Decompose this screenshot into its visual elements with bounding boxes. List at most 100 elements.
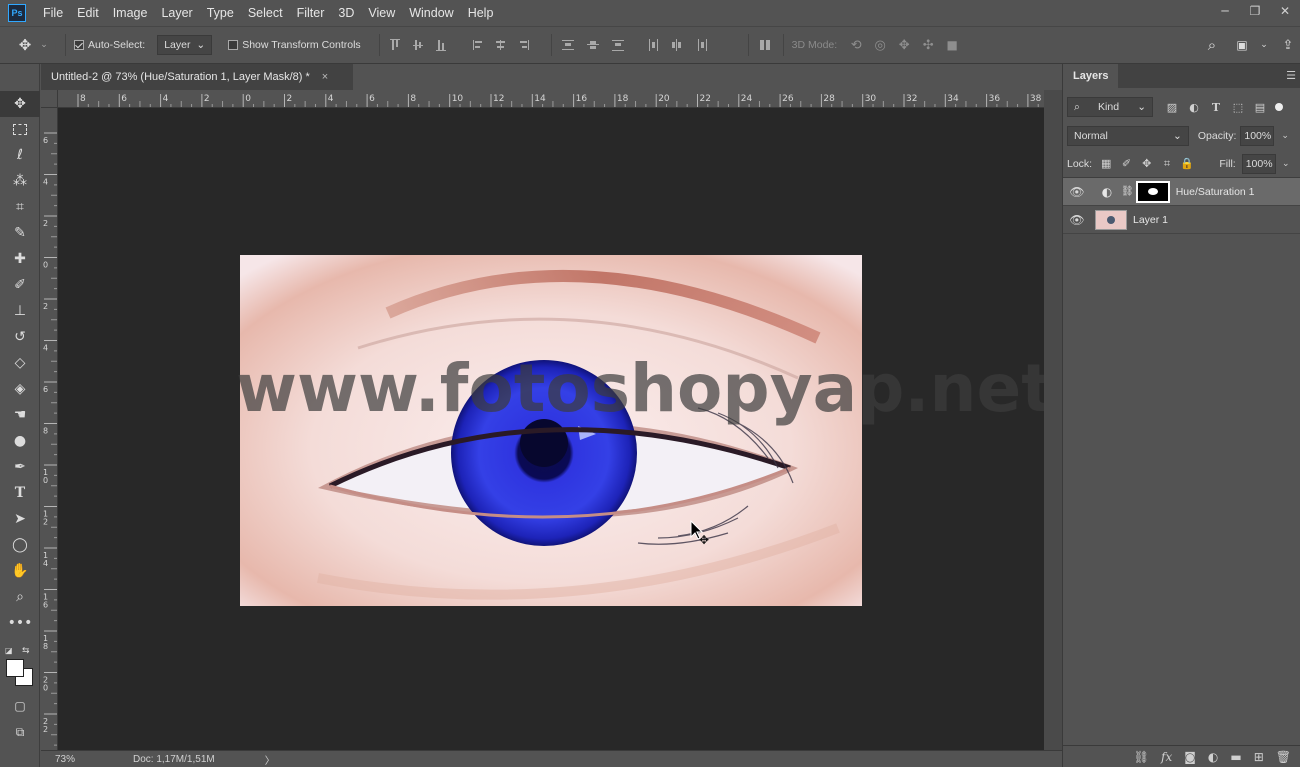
auto-select-dropdown[interactable]: Layer ⌄	[157, 35, 213, 55]
screen-mode-icon[interactable]: ⧉	[0, 719, 40, 745]
blend-mode-dropdown[interactable]: Normal ⌄	[1067, 126, 1189, 146]
move-tool-icon[interactable]: ✥	[0, 91, 40, 117]
healing-brush-tool-icon[interactable]: ✚	[0, 246, 40, 272]
layer-style-fx-icon[interactable]: fx	[1161, 750, 1172, 764]
hand-tool-icon[interactable]: ✋	[0, 558, 40, 584]
restore-button[interactable]: ❐	[1240, 0, 1270, 22]
color-swatches[interactable]: ◪ ⇆	[5, 646, 35, 686]
panel-menu-icon[interactable]: ☰	[1286, 69, 1296, 82]
type-tool-icon[interactable]: T	[0, 480, 40, 506]
new-group-folder-icon[interactable]: ▬	[1230, 750, 1241, 764]
filter-kind-dropdown[interactable]: ⌕ Kind ⌄	[1067, 97, 1153, 117]
lock-position-icon[interactable]: ✥	[1139, 155, 1155, 173]
menu-type[interactable]: Type	[200, 0, 241, 26]
default-colors-icon[interactable]: ◪	[5, 646, 13, 655]
document-canvas[interactable]: www.fotoshopyap.net ✥	[58, 108, 1044, 750]
3d-scale-icon[interactable]: ■	[945, 38, 959, 52]
visibility-eye-icon[interactable]: 👁	[1063, 185, 1091, 199]
layer-row-hue-saturation[interactable]: 👁 ◐ ⛓ Hue/Saturation 1	[1063, 178, 1300, 206]
filter-smart-object-icon[interactable]: ▤	[1251, 98, 1269, 116]
filter-toggle-icon[interactable]	[1275, 103, 1283, 111]
3d-roll-icon[interactable]: ◎	[873, 38, 887, 53]
more-tools-icon[interactable]: •••	[0, 610, 40, 636]
visibility-eye-icon[interactable]: 👁	[1063, 213, 1091, 227]
paint-bucket-tool-icon[interactable]: ◈	[0, 376, 40, 402]
workspace-chevron-down-icon[interactable]: ⌄	[1257, 38, 1271, 52]
status-menu-arrow-icon[interactable]: 〉	[265, 752, 275, 767]
close-tab-icon[interactable]: ×	[322, 71, 328, 83]
fill-chevron-down-icon[interactable]: ⌄	[1278, 155, 1294, 173]
layer-name[interactable]: Hue/Saturation 1	[1176, 186, 1255, 198]
move-tool-icon[interactable]: ✥	[18, 36, 32, 54]
marquee-tool-icon[interactable]	[0, 116, 40, 142]
filter-type-icon[interactable]: T	[1207, 98, 1225, 116]
search-icon[interactable]: ⌕	[1205, 36, 1219, 54]
crop-tool-icon[interactable]: ⌗	[0, 194, 40, 220]
layer-mask-thumbnail[interactable]	[1135, 180, 1170, 203]
ellipse-tool-icon[interactable]: ◯	[0, 532, 40, 558]
show-transform-checkbox[interactable]	[228, 40, 239, 50]
lock-pixels-icon[interactable]: ✐	[1118, 155, 1134, 173]
tool-preset-chevron-down-icon[interactable]: ⌄	[37, 38, 51, 52]
smudge-tool-icon[interactable]: ☚	[0, 402, 40, 428]
close-window-button[interactable]: ✕	[1270, 0, 1300, 22]
menu-select[interactable]: Select	[241, 0, 290, 26]
vertical-scrollbar[interactable]	[1044, 90, 1062, 750]
canvas-area[interactable]: www.fotoshopyap.net ✥	[58, 108, 1044, 750]
minimize-button[interactable]: ─	[1210, 0, 1240, 22]
new-layer-icon[interactable]: ⊞	[1254, 750, 1264, 764]
delete-layer-trash-icon[interactable]: 🗑	[1276, 750, 1291, 764]
path-selection-tool-icon[interactable]: ➤	[0, 506, 40, 532]
swap-colors-icon[interactable]: ⇆	[22, 646, 30, 656]
3d-pan-icon[interactable]: ✥	[897, 38, 911, 53]
layers-tab[interactable]: Layers	[1063, 64, 1119, 88]
menu-image[interactable]: Image	[106, 0, 155, 26]
menu-view[interactable]: View	[361, 0, 402, 26]
menu-edit[interactable]: Edit	[70, 0, 106, 26]
lock-all-icon[interactable]: 🔒	[1179, 155, 1195, 173]
filter-adjustment-icon[interactable]: ◐	[1185, 98, 1203, 116]
layer-row-layer-1[interactable]: 👁 Layer 1	[1063, 206, 1300, 234]
pen-tool-icon[interactable]: ✒	[0, 454, 40, 480]
distribute-icons-group[interactable]	[560, 37, 740, 53]
menu-3d[interactable]: 3D	[331, 0, 361, 26]
align-icons-group[interactable]	[388, 37, 543, 53]
menu-file[interactable]: File	[36, 0, 70, 26]
layer-name[interactable]: Layer 1	[1133, 214, 1168, 226]
menu-layer[interactable]: Layer	[154, 0, 199, 26]
foreground-color-swatch[interactable]	[6, 659, 24, 677]
lasso-tool-icon[interactable]: ℓ	[0, 142, 40, 168]
link-layers-icon[interactable]: ⛓	[1134, 750, 1149, 764]
document-tab[interactable]: Untitled-2 @ 73% (Hue/Saturation 1, Laye…	[41, 64, 353, 90]
clone-stamp-tool-icon[interactable]: ⊥	[0, 298, 40, 324]
dodge-tool-icon[interactable]: ●	[0, 428, 40, 454]
opacity-input[interactable]: 100%	[1240, 126, 1275, 146]
menu-window[interactable]: Window	[402, 0, 460, 26]
filter-pixel-icon[interactable]: ▨	[1163, 98, 1181, 116]
lock-artboard-icon[interactable]: ⌗	[1159, 155, 1175, 173]
brush-tool-icon[interactable]: ✐	[0, 272, 40, 298]
workspace-icon[interactable]: ▣	[1235, 38, 1249, 52]
lock-transparent-icon[interactable]: ▦	[1098, 155, 1114, 173]
3d-orbit-icon[interactable]: ⟲	[849, 38, 863, 53]
mask-link-icon[interactable]: ⛓	[1121, 186, 1134, 197]
menu-help[interactable]: Help	[461, 0, 501, 26]
fill-input[interactable]: 100%	[1241, 153, 1276, 174]
layer-thumbnail[interactable]	[1095, 209, 1127, 230]
new-adjustment-layer-icon[interactable]: ◐	[1208, 750, 1218, 764]
filter-shape-icon[interactable]: ⬚	[1229, 98, 1247, 116]
menu-filter[interactable]: Filter	[290, 0, 332, 26]
zoom-level[interactable]: 73%	[55, 754, 133, 765]
share-icon[interactable]: ⇪	[1281, 38, 1295, 53]
opacity-chevron-down-icon[interactable]: ⌄	[1276, 127, 1294, 145]
3d-slide-icon[interactable]: ✣	[921, 38, 935, 53]
zoom-tool-icon[interactable]: ⌕	[0, 584, 40, 610]
auto-align-icon[interactable]	[757, 37, 775, 53]
eraser-tool-icon[interactable]: ◇	[0, 350, 40, 376]
add-mask-icon[interactable]: ◙	[1184, 750, 1196, 764]
eyedropper-tool-icon[interactable]: ✎	[0, 220, 40, 246]
magic-wand-tool-icon[interactable]: ⁂	[0, 168, 40, 194]
history-brush-tool-icon[interactable]: ↺	[0, 324, 40, 350]
quick-mask-icon[interactable]: ▢	[0, 693, 40, 719]
auto-select-checkbox[interactable]	[74, 40, 84, 50]
